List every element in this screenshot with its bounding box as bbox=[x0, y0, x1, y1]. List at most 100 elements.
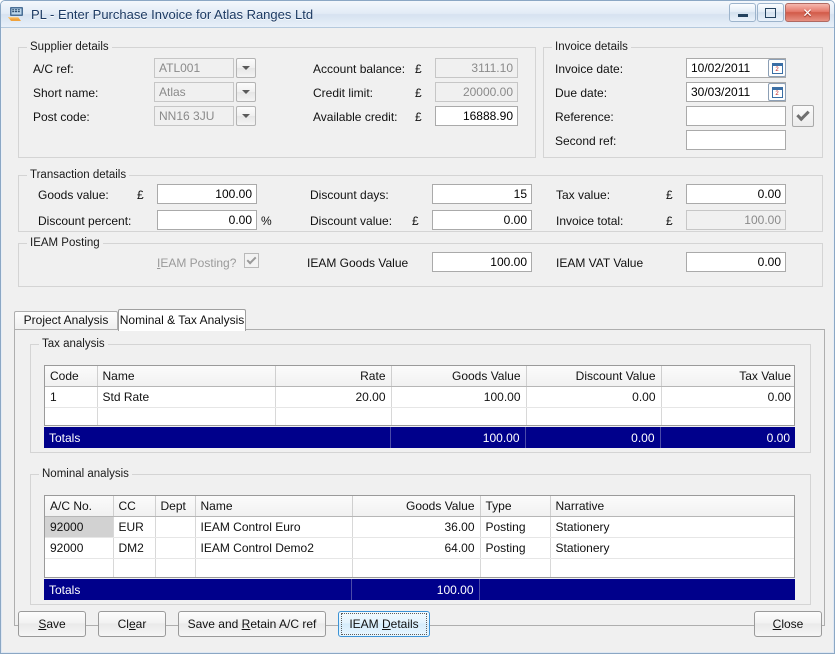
close-button[interactable]: Close bbox=[754, 611, 822, 637]
tax-totals-tax-value: 0.00 bbox=[766, 430, 790, 445]
tax-analysis-totals-row: Totals 100.00 0.00 0.00 bbox=[44, 427, 795, 448]
tax-col-goods-value[interactable]: Goods Value bbox=[391, 366, 527, 387]
tax-col-discount-value[interactable]: Discount Value bbox=[526, 366, 662, 387]
tax-cell-rate[interactable]: 20.00 bbox=[275, 386, 392, 408]
ieam-vat-value-input[interactable]: 0.00 bbox=[686, 252, 786, 272]
invoice-app-icon bbox=[8, 6, 25, 22]
table-row[interactable]: 92000 DM2 IEAM Control Demo2 64.00 Posti… bbox=[45, 537, 794, 559]
invoice-date-label: Invoice date: bbox=[555, 62, 624, 76]
nominal-cell-narrative[interactable]: Stationery bbox=[550, 516, 794, 538]
second-ref-input[interactable] bbox=[686, 130, 786, 150]
nominal-cell-ac-no[interactable]: 92000 bbox=[45, 537, 114, 559]
nominal-analysis-totals-row: Totals 100.00 bbox=[44, 579, 795, 600]
available-credit-label: Available credit: bbox=[313, 110, 398, 124]
discount-days-input[interactable]: 15 bbox=[432, 184, 532, 204]
tax-col-code[interactable]: Code bbox=[45, 366, 98, 387]
save-button[interactable]: Save bbox=[18, 611, 86, 637]
nominal-cell-cc[interactable]: DM2 bbox=[113, 537, 156, 559]
ac-ref-dropdown-icon[interactable] bbox=[236, 58, 256, 78]
table-row[interactable]: 1 Std Rate 20.00 100.00 0.00 0.00 bbox=[45, 386, 794, 408]
tax-col-rate[interactable]: Rate bbox=[275, 366, 392, 387]
tax-col-tax-value[interactable]: Tax Value bbox=[661, 366, 794, 387]
nominal-cell-dept[interactable] bbox=[155, 537, 196, 559]
nominal-cell-narrative[interactable]: Stationery bbox=[550, 537, 794, 559]
ieam-vat-value-label: IEAM VAT Value bbox=[556, 256, 644, 270]
nominal-col-name[interactable]: Name bbox=[195, 496, 353, 517]
table-row[interactable] bbox=[45, 407, 794, 425]
nominal-col-type[interactable]: Type bbox=[480, 496, 551, 517]
clear-button[interactable]: Clear bbox=[98, 611, 166, 637]
tax-value-input[interactable]: 0.00 bbox=[686, 184, 786, 204]
nominal-totals-label: Totals bbox=[44, 579, 352, 600]
reference-label: Reference: bbox=[555, 110, 614, 124]
ieam-details-button[interactable]: IEAM Details bbox=[338, 611, 430, 637]
nominal-totals-goods-value: 100.00 bbox=[351, 579, 480, 600]
invoice-date-calendar-icon[interactable]: 2 bbox=[768, 59, 786, 77]
nominal-cell-dept[interactable] bbox=[155, 516, 196, 538]
invoice-total-label: Invoice total: bbox=[556, 214, 624, 228]
nominal-analysis-header-row: A/C No. CC Dept Name Goods Value Type Na… bbox=[45, 496, 794, 517]
tab-nominal-tax-analysis[interactable]: Nominal & Tax Analysis bbox=[118, 309, 246, 331]
nominal-cell-type[interactable]: Posting bbox=[480, 516, 551, 538]
account-balance-label: Account balance: bbox=[313, 62, 406, 76]
discount-value-input[interactable]: 0.00 bbox=[432, 210, 532, 230]
nominal-col-goods-value[interactable]: Goods Value bbox=[352, 496, 481, 517]
ieam-goods-value-label: IEAM Goods Value bbox=[307, 256, 409, 270]
table-row[interactable]: 92000 EUR IEAM Control Euro 36.00 Postin… bbox=[45, 516, 794, 538]
tax-cell-goods-value[interactable]: 100.00 bbox=[391, 386, 527, 408]
table-row[interactable] bbox=[45, 558, 794, 577]
discount-percent-suffix: % bbox=[261, 214, 272, 228]
reference-confirm-icon[interactable] bbox=[792, 105, 814, 127]
account-balance-currency: £ bbox=[415, 62, 422, 76]
invoice-details-legend: Invoice details bbox=[555, 41, 628, 53]
close-icon[interactable]: ✕ bbox=[785, 3, 830, 22]
tax-analysis-grid[interactable]: Code Name Rate Goods Value Discount Valu… bbox=[44, 365, 795, 426]
nominal-col-dept[interactable]: Dept bbox=[155, 496, 196, 517]
nominal-cell-goods-value[interactable]: 64.00 bbox=[352, 537, 481, 559]
available-credit-value[interactable]: 16888.90 bbox=[435, 106, 518, 126]
credit-limit-value: 20000.00 bbox=[435, 82, 518, 102]
due-date-calendar-icon[interactable]: 2 bbox=[768, 83, 786, 101]
invoice-total-value: 100.00 bbox=[686, 210, 786, 230]
discount-days-label: Discount days: bbox=[310, 188, 389, 202]
tax-cell-tax-value[interactable]: 0.00 bbox=[661, 386, 794, 408]
nominal-analysis-grid[interactable]: A/C No. CC Dept Name Goods Value Type Na… bbox=[44, 495, 795, 578]
nominal-cell-type[interactable]: Posting bbox=[480, 537, 551, 559]
tab-project-analysis[interactable]: Project Analysis bbox=[14, 311, 118, 330]
discount-percent-label: Discount percent: bbox=[38, 214, 132, 228]
reference-input[interactable] bbox=[686, 106, 786, 126]
post-code-dropdown-icon[interactable] bbox=[236, 106, 256, 126]
nominal-analysis-legend: Nominal analysis bbox=[42, 468, 129, 480]
title-bar[interactable]: PL - Enter Purchase Invoice for Atlas Ra… bbox=[1, 1, 834, 28]
restore-icon[interactable] bbox=[757, 3, 784, 22]
post-code-input[interactable]: NN16 3JU bbox=[154, 106, 234, 126]
short-name-dropdown-icon[interactable] bbox=[236, 82, 256, 102]
tax-value-currency: £ bbox=[666, 188, 673, 202]
tax-cell-discount-value[interactable]: 0.00 bbox=[526, 386, 662, 408]
minimize-icon[interactable] bbox=[729, 3, 756, 22]
ieam-goods-value-input[interactable]: 100.00 bbox=[432, 252, 532, 272]
short-name-input[interactable]: Atlas bbox=[154, 82, 234, 102]
nominal-cell-name[interactable]: IEAM Control Demo2 bbox=[195, 537, 353, 559]
nominal-col-cc[interactable]: CC bbox=[113, 496, 156, 517]
nominal-col-narrative[interactable]: Narrative bbox=[550, 496, 794, 517]
second-ref-label: Second ref: bbox=[555, 134, 617, 148]
tax-cell-name[interactable]: Std Rate bbox=[97, 386, 276, 408]
nominal-cell-cc[interactable]: EUR bbox=[113, 516, 156, 538]
tax-cell-code[interactable]: 1 bbox=[45, 386, 98, 408]
discount-value-label: Discount value: bbox=[310, 214, 393, 228]
goods-value-label: Goods value: bbox=[38, 188, 109, 202]
nominal-cell-name[interactable]: IEAM Control Euro bbox=[195, 516, 353, 538]
nominal-col-ac-no[interactable]: A/C No. bbox=[45, 496, 114, 517]
nominal-cell-goods-value[interactable]: 36.00 bbox=[352, 516, 481, 538]
tax-col-name[interactable]: Name bbox=[97, 366, 276, 387]
nominal-cell-ac-no[interactable]: 92000 bbox=[45, 516, 114, 538]
goods-value-input[interactable]: 100.00 bbox=[157, 184, 257, 204]
ac-ref-input[interactable]: ATL001 bbox=[154, 58, 234, 78]
tax-totals-goods-value: 100.00 bbox=[390, 427, 526, 448]
account-balance-value: 3111.10 bbox=[435, 58, 518, 78]
discount-percent-input[interactable]: 0.00 bbox=[157, 210, 257, 230]
tax-totals-label: Totals bbox=[44, 427, 391, 448]
credit-limit-currency: £ bbox=[415, 86, 422, 100]
save-and-retain-ac-ref-button[interactable]: Save and Retain A/C ref bbox=[178, 611, 326, 637]
